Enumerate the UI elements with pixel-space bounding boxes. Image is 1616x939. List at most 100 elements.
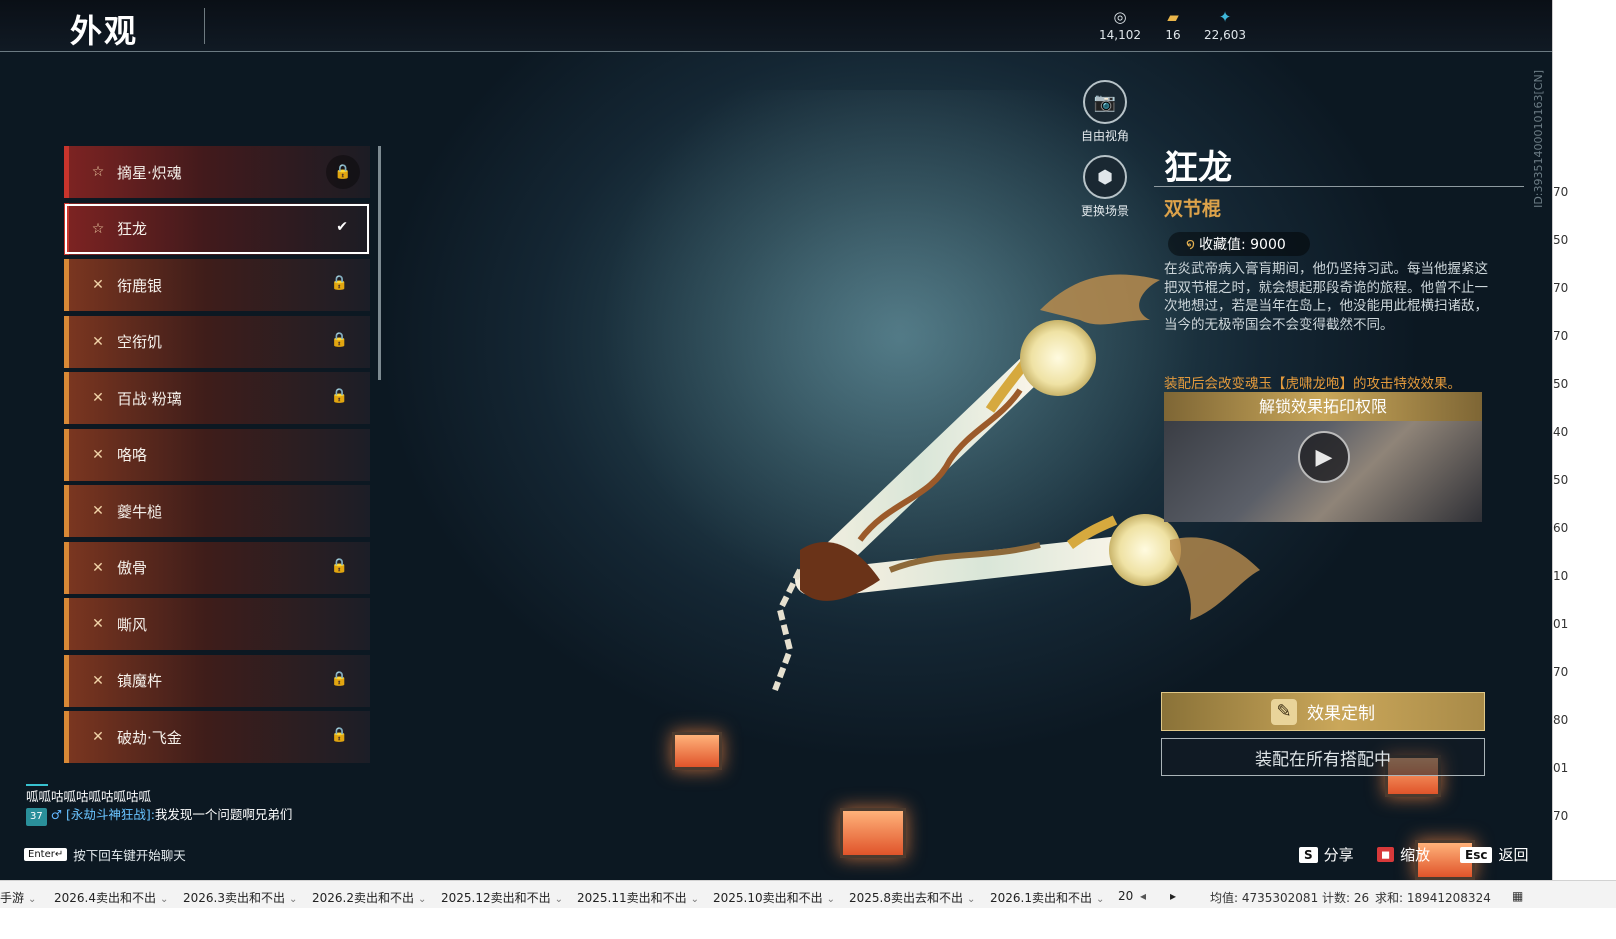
sheet-tab-label: 20 <box>1118 889 1134 903</box>
lantern <box>672 732 722 770</box>
play-icon[interactable]: ▶ <box>1298 431 1350 483</box>
sheet-cell[interactable]: 70 <box>1553 281 1616 295</box>
item-description: 在炎武帝病入膏肓期间，他仍坚持习武。每当他握紧这把双节棍之时，就会想起那段奇诡的… <box>1164 261 1488 333</box>
skin-name: 衔鹿银 <box>117 276 163 295</box>
sheet-tab-label: 2026.2卖出和不出 <box>312 891 414 905</box>
change-scene-button[interactable]: ⬢ <box>1083 155 1127 199</box>
sheet-cell[interactable]: 70 <box>1553 665 1616 679</box>
chat-message: 我发现一个问题啊兄弟们 <box>154 807 293 822</box>
unlock-effect-panel: 解锁效果拓印权限 ▶ <box>1164 392 1482 522</box>
upper-stick <box>795 274 1160 595</box>
tab-scroll-right-icon[interactable]: ▸ <box>1170 889 1176 903</box>
chevron-down-icon: ⌄ <box>28 894 37 905</box>
skin-list-item[interactable]: ✕ 空衔饥 🔒 <box>64 315 370 368</box>
skin-name: 嘶风 <box>117 615 148 634</box>
chevron-down-icon: ⌄ <box>160 894 169 905</box>
tab-scroll-left-icon[interactable]: ◂ <box>1140 889 1146 903</box>
effect-customize-button[interactable]: ✎ 效果定制 <box>1161 692 1485 731</box>
s-key-icon: S <box>1299 846 1318 863</box>
sheet-tab-label: 2026.4卖出和不出 <box>54 891 156 905</box>
sheet-tab[interactable]: 2026.2卖出和不出 ⌄ <box>312 889 426 906</box>
effect-customize-label: 效果定制 <box>1307 704 1375 724</box>
feather-icon: ✦ <box>1218 8 1232 26</box>
skin-list-item[interactable]: ✕ 镇魔杵 🔒 <box>64 654 370 707</box>
chat-badge: 37 <box>26 808 47 826</box>
sheet-tab[interactable]: 2025.11卖出和不出 ⌄ <box>577 889 699 906</box>
sheet-cell[interactable]: 60 <box>1553 521 1616 535</box>
spiral-icon: ໑ <box>1186 236 1195 252</box>
spreadsheet-tab-bar: ◂ ▸ 均值: 4735302081 计数: 26 求和: 1894120832… <box>0 880 1616 908</box>
skin-list-item[interactable]: ✕ 百战·粉璃 🔒 <box>64 372 370 424</box>
equip-all-button[interactable]: 装配在所有搭配中 <box>1161 738 1485 776</box>
skin-name: 傲骨 <box>117 559 148 577</box>
sheet-cell[interactable]: 01 <box>1553 761 1616 775</box>
chat-line-2: 37 ♂ [永劫斗神狂战]:我发现一个问题啊兄弟们 <box>26 806 326 826</box>
lock-icon: 🔒 <box>330 670 348 687</box>
sheet-cell[interactable]: 80 <box>1553 713 1616 727</box>
skin-list-item[interactable]: ✕ 衔鹿银 🔒 <box>64 259 370 311</box>
check-icon: ✔ <box>336 218 348 235</box>
lower-stick <box>836 514 1260 620</box>
skin-list-item[interactable]: ☆ 狂龙 ✔ <box>64 202 370 255</box>
effect-note: 装配后会改变魂玉【虎啸龙咆】的攻击特效效果。 <box>1164 376 1461 392</box>
esc-key-icon: Esc <box>1460 846 1493 863</box>
sheet-tab-label: 手游 <box>0 891 25 905</box>
skin-list-item[interactable]: ✕ 嘶风 <box>64 598 370 650</box>
sheet-tab[interactable]: 2025.12卖出和不出 ⌄ <box>441 889 563 906</box>
sheet-cell[interactable]: 70 <box>1553 185 1616 199</box>
item-name: 狂龙 <box>1164 148 1232 188</box>
sheet-tab[interactable]: 2025.8卖出去和不出 ⌄ <box>849 889 975 906</box>
skin-list-item[interactable]: ✕ 咯咯 <box>64 428 370 481</box>
sheet-cell[interactable]: 50 <box>1553 377 1616 391</box>
sheet-cell[interactable]: 70 <box>1553 329 1616 343</box>
chat-divider <box>26 784 48 786</box>
skin-list-item[interactable]: ✕ 破劫·飞金 🔒 <box>64 711 370 763</box>
sheet-cell[interactable]: 50 <box>1553 233 1616 247</box>
cross-arrows-icon: ✕ <box>92 446 104 463</box>
skin-list-item[interactable]: ✕ 夔牛槌 <box>64 485 370 537</box>
chain <box>772 568 803 692</box>
brush-icon: ✎ <box>1271 698 1297 725</box>
currency-gold: ▰ 16 <box>1143 8 1203 42</box>
sheet-cell[interactable]: 70 <box>1553 809 1616 823</box>
sheet-cell[interactable]: 40 <box>1553 425 1616 439</box>
gold-ingot-icon: ▰ <box>1167 8 1179 26</box>
sheet-view-icon[interactable]: ▦ <box>1512 889 1523 903</box>
player-id-vertical: ID:39351400010163[CN] <box>1532 70 1545 208</box>
chat-panel: 呱呱咕呱咕呱咕呱咕呱 37 ♂ [永劫斗神狂战]:我发现一个问题啊兄弟们 <box>26 784 326 826</box>
currency-jade: ◎ 14,102 <box>1090 8 1150 42</box>
skin-name: 空衔饥 <box>117 333 163 351</box>
male-icon: ♂ <box>50 807 62 822</box>
chat-sender[interactable]: [永劫斗神狂战]: <box>66 807 155 822</box>
jade-coin-icon: ◎ <box>1113 8 1127 26</box>
sheet-tab[interactable]: 2026.3卖出和不出 ⌄ <box>183 889 297 906</box>
top-bar: 外观 ◎ 14,102 ▰ 16 ✦ 22,603 <box>0 0 1600 52</box>
sheet-cell[interactable]: 01 <box>1553 617 1616 631</box>
back-hotkey[interactable]: Esc 返回 <box>1460 844 1528 865</box>
sheet-cell[interactable]: 50 <box>1553 473 1616 487</box>
chevron-down-icon: ⌄ <box>826 894 836 905</box>
game-viewport: 外观 ◎ 14,102 ▰ 16 ✦ 22,603 ID:39351400010… <box>0 0 1600 908</box>
share-label: 分享 <box>1323 846 1354 864</box>
skin-name: 咯咯 <box>117 446 148 464</box>
free-view-button[interactable]: 📷 <box>1083 80 1127 124</box>
chevron-down-icon: ⌄ <box>1096 894 1105 905</box>
sheet-tab[interactable]: 20 <box>1118 889 1133 903</box>
back-label: 返回 <box>1498 846 1529 864</box>
lock-icon: 🔒 <box>330 331 348 348</box>
list-scrollbar[interactable] <box>378 146 381 380</box>
sheet-tab[interactable]: 手游 ⌄ <box>0 889 36 906</box>
sheet-cell[interactable]: 10 <box>1553 569 1616 583</box>
chat-line-1: 呱呱咕呱咕呱咕呱咕呱 <box>26 789 152 804</box>
zoom-hotkey[interactable]: ◼ 缩放 <box>1377 844 1430 865</box>
skin-list-item[interactable]: ✕ 傲骨 🔒 <box>64 541 370 594</box>
sheet-tab[interactable]: 2026.1卖出和不出 ⌄ <box>990 889 1104 906</box>
chevron-down-icon: ⌄ <box>418 894 427 905</box>
cross-arrows-icon: ✕ <box>92 277 104 293</box>
effect-preview-video[interactable]: ▶ <box>1164 421 1482 522</box>
share-hotkey[interactable]: S 分享 <box>1299 844 1354 865</box>
sheet-tab[interactable]: 2025.10卖出和不出 ⌄ <box>713 889 835 906</box>
sheet-tab[interactable]: 2026.4卖出和不出 ⌄ <box>54 889 168 906</box>
skin-list-item[interactable]: ☆ 摘星·炽魂 🔒 <box>64 146 370 198</box>
sheet-tab-label: 2025.8卖出去和不出 <box>849 891 963 905</box>
